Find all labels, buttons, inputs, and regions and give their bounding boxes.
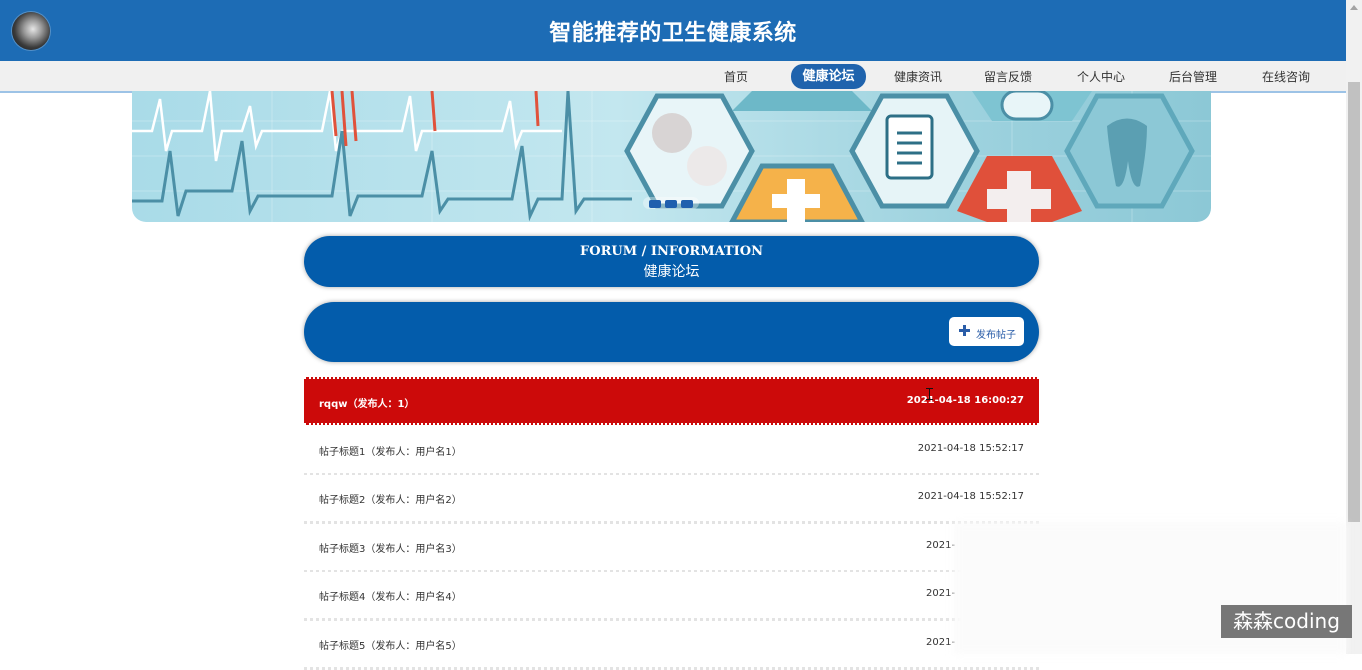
- post-row[interactable]: 帖子标题4（发布人：用户名4） 2021-: [304, 572, 1039, 621]
- post-time: 2021-: [926, 637, 956, 648]
- section-title-en: FORUM / INFORMATION: [580, 244, 763, 259]
- post-row[interactable]: 帖子标题1（发布人：用户名1） 2021-04-18 15:52:17: [304, 427, 1039, 476]
- nav-forum[interactable]: 健康论坛: [791, 64, 866, 89]
- post-time: 2021-04-18 15:52:17: [917, 491, 1024, 502]
- watermark-badge: 森森coding: [1221, 605, 1352, 638]
- post-row[interactable]: 帖子标题2（发布人：用户名2） 2021-04-18 15:52:17: [304, 475, 1039, 524]
- post-time: 2021-: [926, 588, 956, 599]
- post-time: 2021-04-18 15:52:17: [917, 443, 1024, 454]
- nav-consult[interactable]: 在线咨询: [1257, 66, 1315, 88]
- plus-icon: [959, 325, 970, 336]
- nav-health-news[interactable]: 健康资讯: [889, 66, 947, 88]
- forum-toolbar: 发布帖子: [304, 302, 1039, 362]
- carousel-dot[interactable]: [665, 200, 677, 208]
- publish-post-button[interactable]: 发布帖子: [949, 317, 1024, 346]
- post-title[interactable]: 帖子标题5（发布人：用户名5）: [319, 637, 462, 652]
- post-title[interactable]: 帖子标题1（发布人：用户名1）: [319, 443, 462, 458]
- post-title[interactable]: 帖子标题3（发布人：用户名3）: [319, 540, 462, 555]
- post-row[interactable]: rqqw（发布人：1） 2021-04-18 16:00:27: [304, 377, 1039, 425]
- post-row[interactable]: 帖子标题3（发布人：用户名3） 2021-: [304, 524, 1039, 573]
- post-time: 2021-04-18 16:00:27: [906, 395, 1024, 406]
- publish-post-label: 发布帖子: [976, 330, 1016, 341]
- scroll-thumb[interactable]: [1348, 82, 1360, 522]
- carousel-dot[interactable]: [649, 200, 661, 208]
- post-title[interactable]: rqqw（发布人：1）: [319, 395, 414, 410]
- page-scrollbar[interactable]: [1346, 0, 1362, 654]
- section-header: FORUM / INFORMATION 健康论坛: [304, 236, 1039, 287]
- nav-home[interactable]: 首页: [715, 66, 757, 88]
- nav-profile[interactable]: 个人中心: [1072, 66, 1130, 88]
- post-row[interactable]: 帖子标题5（发布人：用户名5） 2021-: [304, 621, 1039, 670]
- post-title[interactable]: 帖子标题4（发布人：用户名4）: [319, 588, 462, 603]
- scroll-up-arrow-icon[interactable]: [1350, 5, 1358, 10]
- section-title-cn: 健康论坛: [643, 264, 700, 280]
- text-cursor-icon: [926, 388, 933, 400]
- post-time: 2021-: [926, 540, 956, 551]
- top-header: 智能推荐的卫生健康系统: [0, 0, 1346, 61]
- nav-feedback[interactable]: 留言反馈: [979, 66, 1037, 88]
- carousel-dot[interactable]: [681, 200, 693, 208]
- main-nav: 首页 健康论坛 健康资讯 留言反馈 个人中心 后台管理 在线咨询: [0, 61, 1346, 93]
- carousel-indicators: [643, 197, 699, 209]
- post-title[interactable]: 帖子标题2（发布人：用户名2）: [319, 491, 462, 506]
- site-title: 智能推荐的卫生健康系统: [549, 21, 797, 46]
- nav-admin[interactable]: 后台管理: [1164, 66, 1222, 88]
